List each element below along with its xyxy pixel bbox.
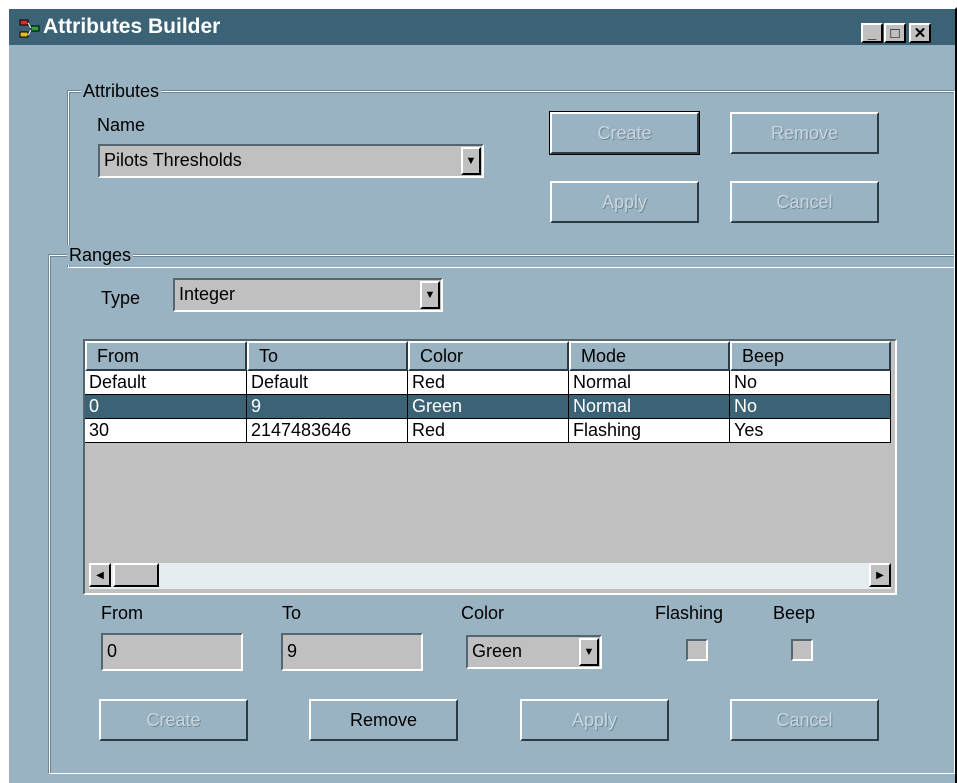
attributes-builder-window: Attributes Builder _ □ ✕ Attributes Name… — [7, 7, 957, 783]
cell-to: 9 — [247, 395, 408, 419]
attributes-group-label: Attributes — [81, 81, 162, 101]
cell-mode: Normal — [569, 371, 730, 395]
title-bar[interactable]: Attributes Builder _ □ ✕ — [9, 9, 955, 45]
column-header-to[interactable]: To — [247, 341, 408, 371]
flashing-checkbox[interactable] — [686, 639, 708, 661]
cell-color: Green — [408, 395, 569, 419]
table-row[interactable]: 0 9 Green Normal No — [85, 395, 891, 419]
range-apply-button[interactable]: Apply — [520, 699, 669, 741]
type-combobox[interactable]: Integer ▼ — [173, 278, 443, 312]
color-combobox[interactable]: Green ▼ — [466, 635, 602, 669]
name-combobox-value: Pilots Thresholds — [104, 150, 242, 170]
color-label: Color — [461, 603, 505, 623]
app-icon — [19, 19, 40, 38]
column-header-mode[interactable]: Mode — [569, 341, 730, 371]
ranges-list-header: From To Color Mode Beep — [85, 341, 891, 371]
name-combobox[interactable]: Pilots Thresholds ▼ — [98, 144, 484, 178]
column-header-color[interactable]: Color — [408, 341, 569, 371]
close-button[interactable]: ✕ — [909, 23, 931, 43]
cell-to: Default — [247, 371, 408, 395]
minimize-icon: _ — [867, 24, 877, 42]
scrollbar-thumb[interactable] — [113, 563, 159, 587]
cell-to: 2147483646 — [247, 419, 408, 443]
cell-from: 0 — [85, 395, 247, 419]
table-row[interactable]: 30 2147483646 Red Flashing Yes — [85, 419, 891, 443]
attributes-remove-button[interactable]: Remove — [730, 112, 879, 154]
cell-beep: No — [730, 371, 891, 395]
name-label: Name — [97, 115, 146, 135]
to-label: To — [282, 603, 302, 623]
scroll-right-icon[interactable]: ▶ — [869, 563, 891, 587]
ranges-group-label: Ranges — [67, 245, 134, 265]
column-header-beep[interactable]: Beep — [730, 341, 891, 371]
column-header-from[interactable]: From — [85, 341, 247, 371]
maximize-icon: □ — [890, 24, 900, 42]
cell-mode: Normal — [569, 395, 730, 419]
cell-beep: No — [730, 395, 891, 419]
beep-checkbox[interactable] — [791, 639, 813, 661]
attributes-cancel-button[interactable]: Cancel — [730, 181, 879, 223]
minimize-button[interactable]: _ — [861, 23, 883, 43]
cell-from: 30 — [85, 419, 247, 443]
cell-beep: Yes — [730, 419, 891, 443]
cell-color: Red — [408, 371, 569, 395]
cell-color: Red — [408, 419, 569, 443]
chevron-down-icon[interactable]: ▼ — [420, 281, 440, 309]
to-input[interactable]: 9 — [281, 633, 423, 671]
horizontal-scrollbar[interactable]: ◀ ▶ — [89, 563, 891, 589]
range-remove-button[interactable]: Remove — [309, 699, 458, 741]
type-label: Type — [101, 288, 141, 308]
flashing-label: Flashing — [655, 603, 724, 623]
window-title: Attributes Builder — [43, 15, 221, 38]
table-row[interactable]: Default Default Red Normal No — [85, 371, 891, 395]
attributes-apply-button[interactable]: Apply — [550, 181, 699, 223]
cell-from: Default — [85, 371, 247, 395]
from-input[interactable]: 0 — [101, 633, 243, 671]
attributes-create-button[interactable]: Create — [549, 111, 700, 155]
scroll-left-icon[interactable]: ◀ — [89, 563, 111, 587]
maximize-button[interactable]: □ — [884, 23, 906, 43]
ranges-list[interactable]: From To Color Mode Beep Default Default … — [83, 339, 897, 595]
color-combobox-value: Green — [472, 641, 523, 661]
cell-mode: Flashing — [569, 419, 730, 443]
close-icon: ✕ — [913, 24, 927, 42]
beep-label: Beep — [773, 603, 816, 623]
range-create-button[interactable]: Create — [99, 699, 248, 741]
from-label: From — [101, 603, 143, 623]
type-combobox-value: Integer — [179, 284, 236, 304]
range-cancel-button[interactable]: Cancel — [730, 699, 879, 741]
chevron-down-icon[interactable]: ▼ — [461, 147, 481, 175]
chevron-down-icon[interactable]: ▼ — [579, 638, 599, 666]
